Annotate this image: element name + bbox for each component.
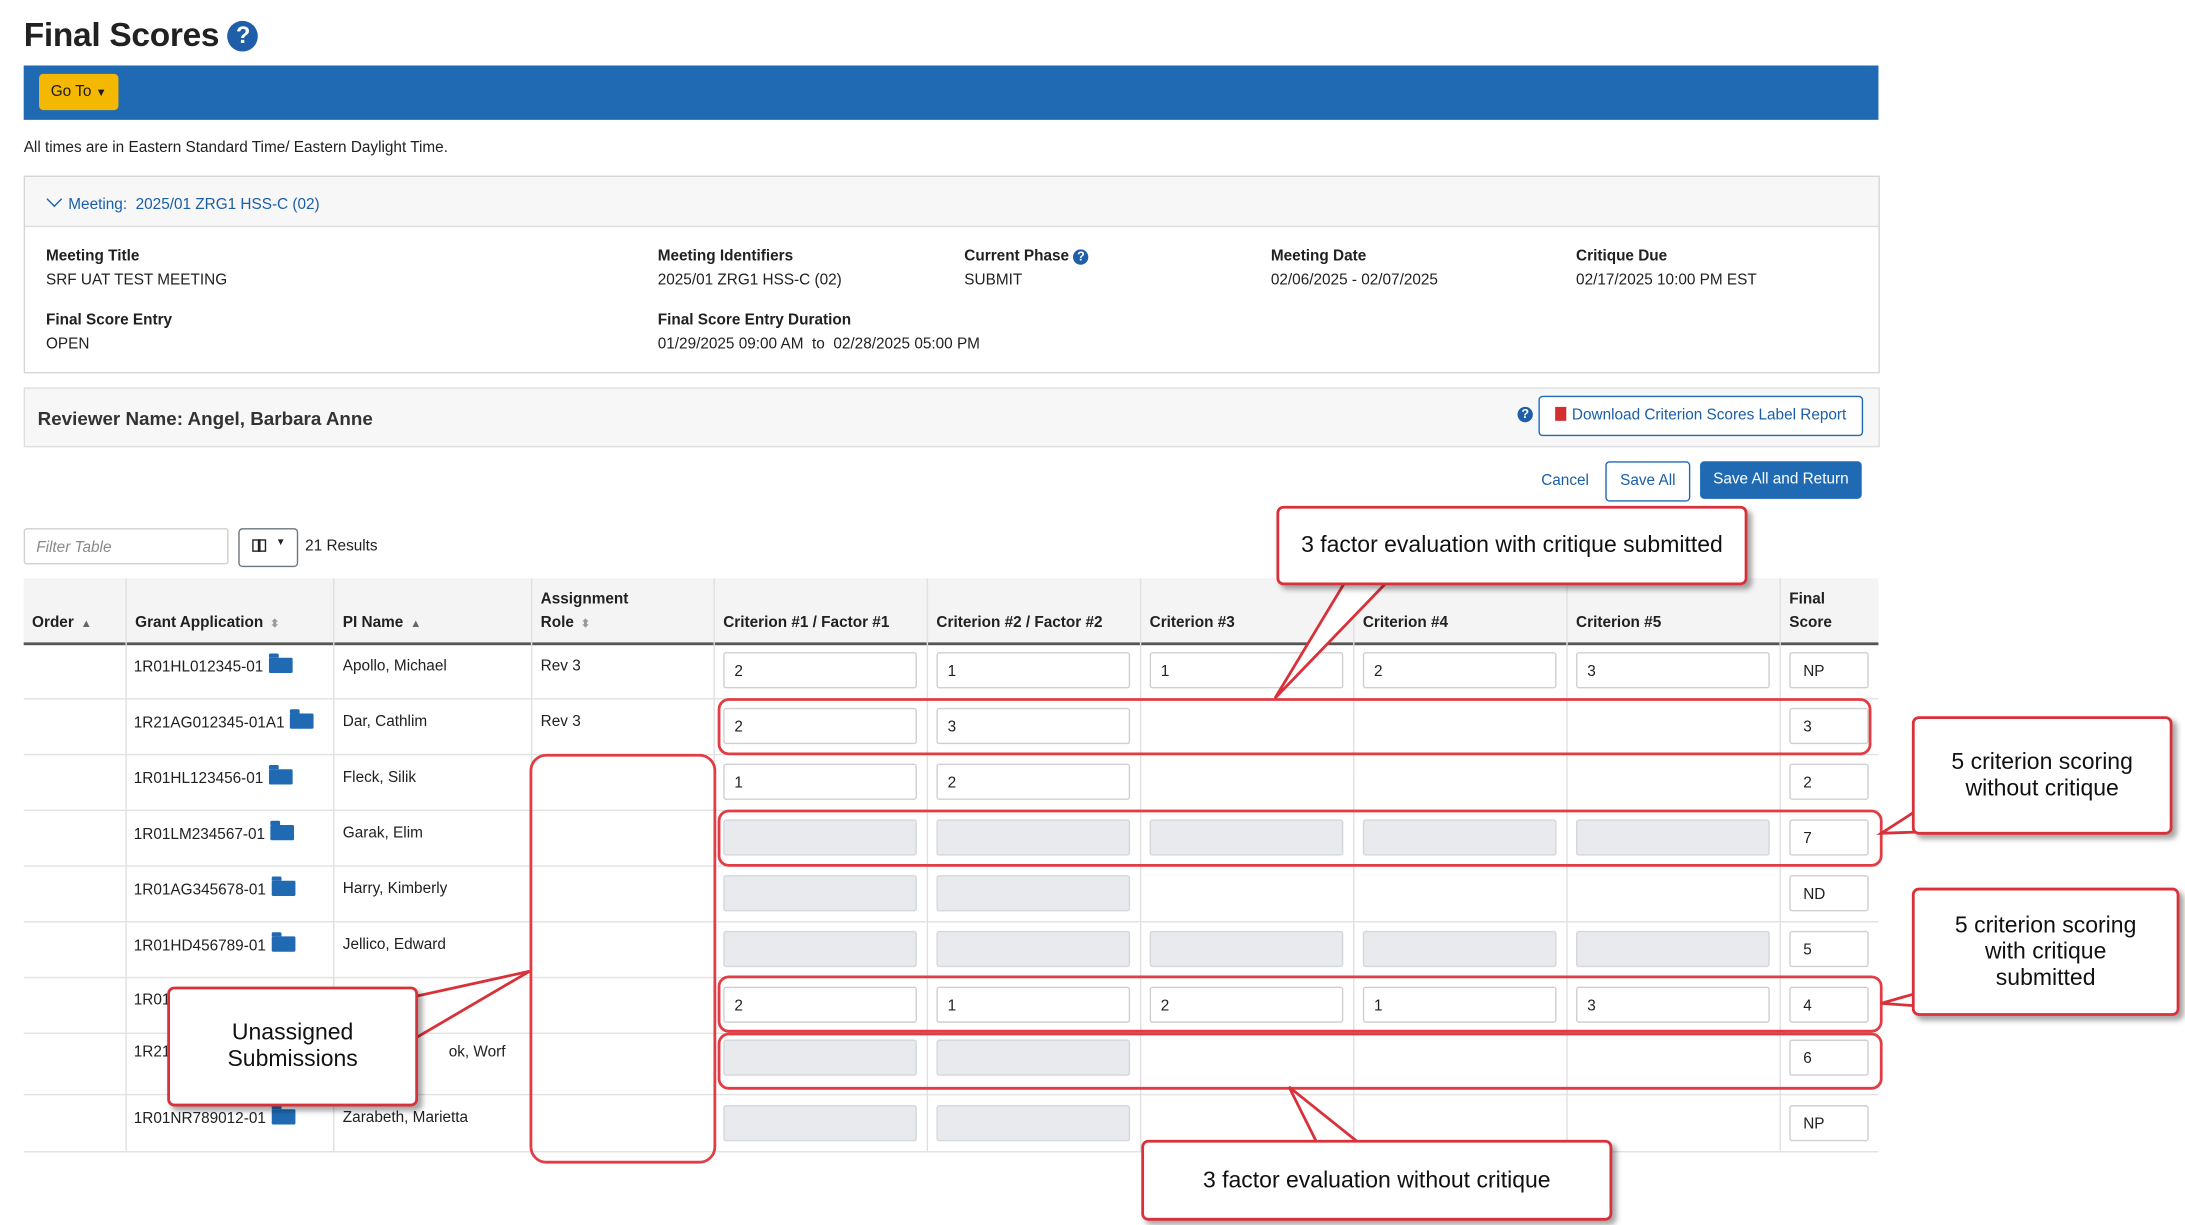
callout-5-without: 5 criterion scoring without critique <box>1911 716 2173 835</box>
pointer-3-factor-without <box>1287 1085 1363 1145</box>
callout-3-factor-with: 3 factor evaluation with critique submit… <box>1276 505 1748 586</box>
callout-unassigned: Unassigned Submissions <box>167 986 419 1107</box>
callout-3-factor-without: 3 factor evaluation without critique <box>1141 1139 1613 1221</box>
callout-5-with: 5 criterion scoring with critique submit… <box>1911 887 2180 1016</box>
pointer-unassigned <box>413 969 531 1041</box>
pointer-3-factor-with <box>1273 581 1390 700</box>
